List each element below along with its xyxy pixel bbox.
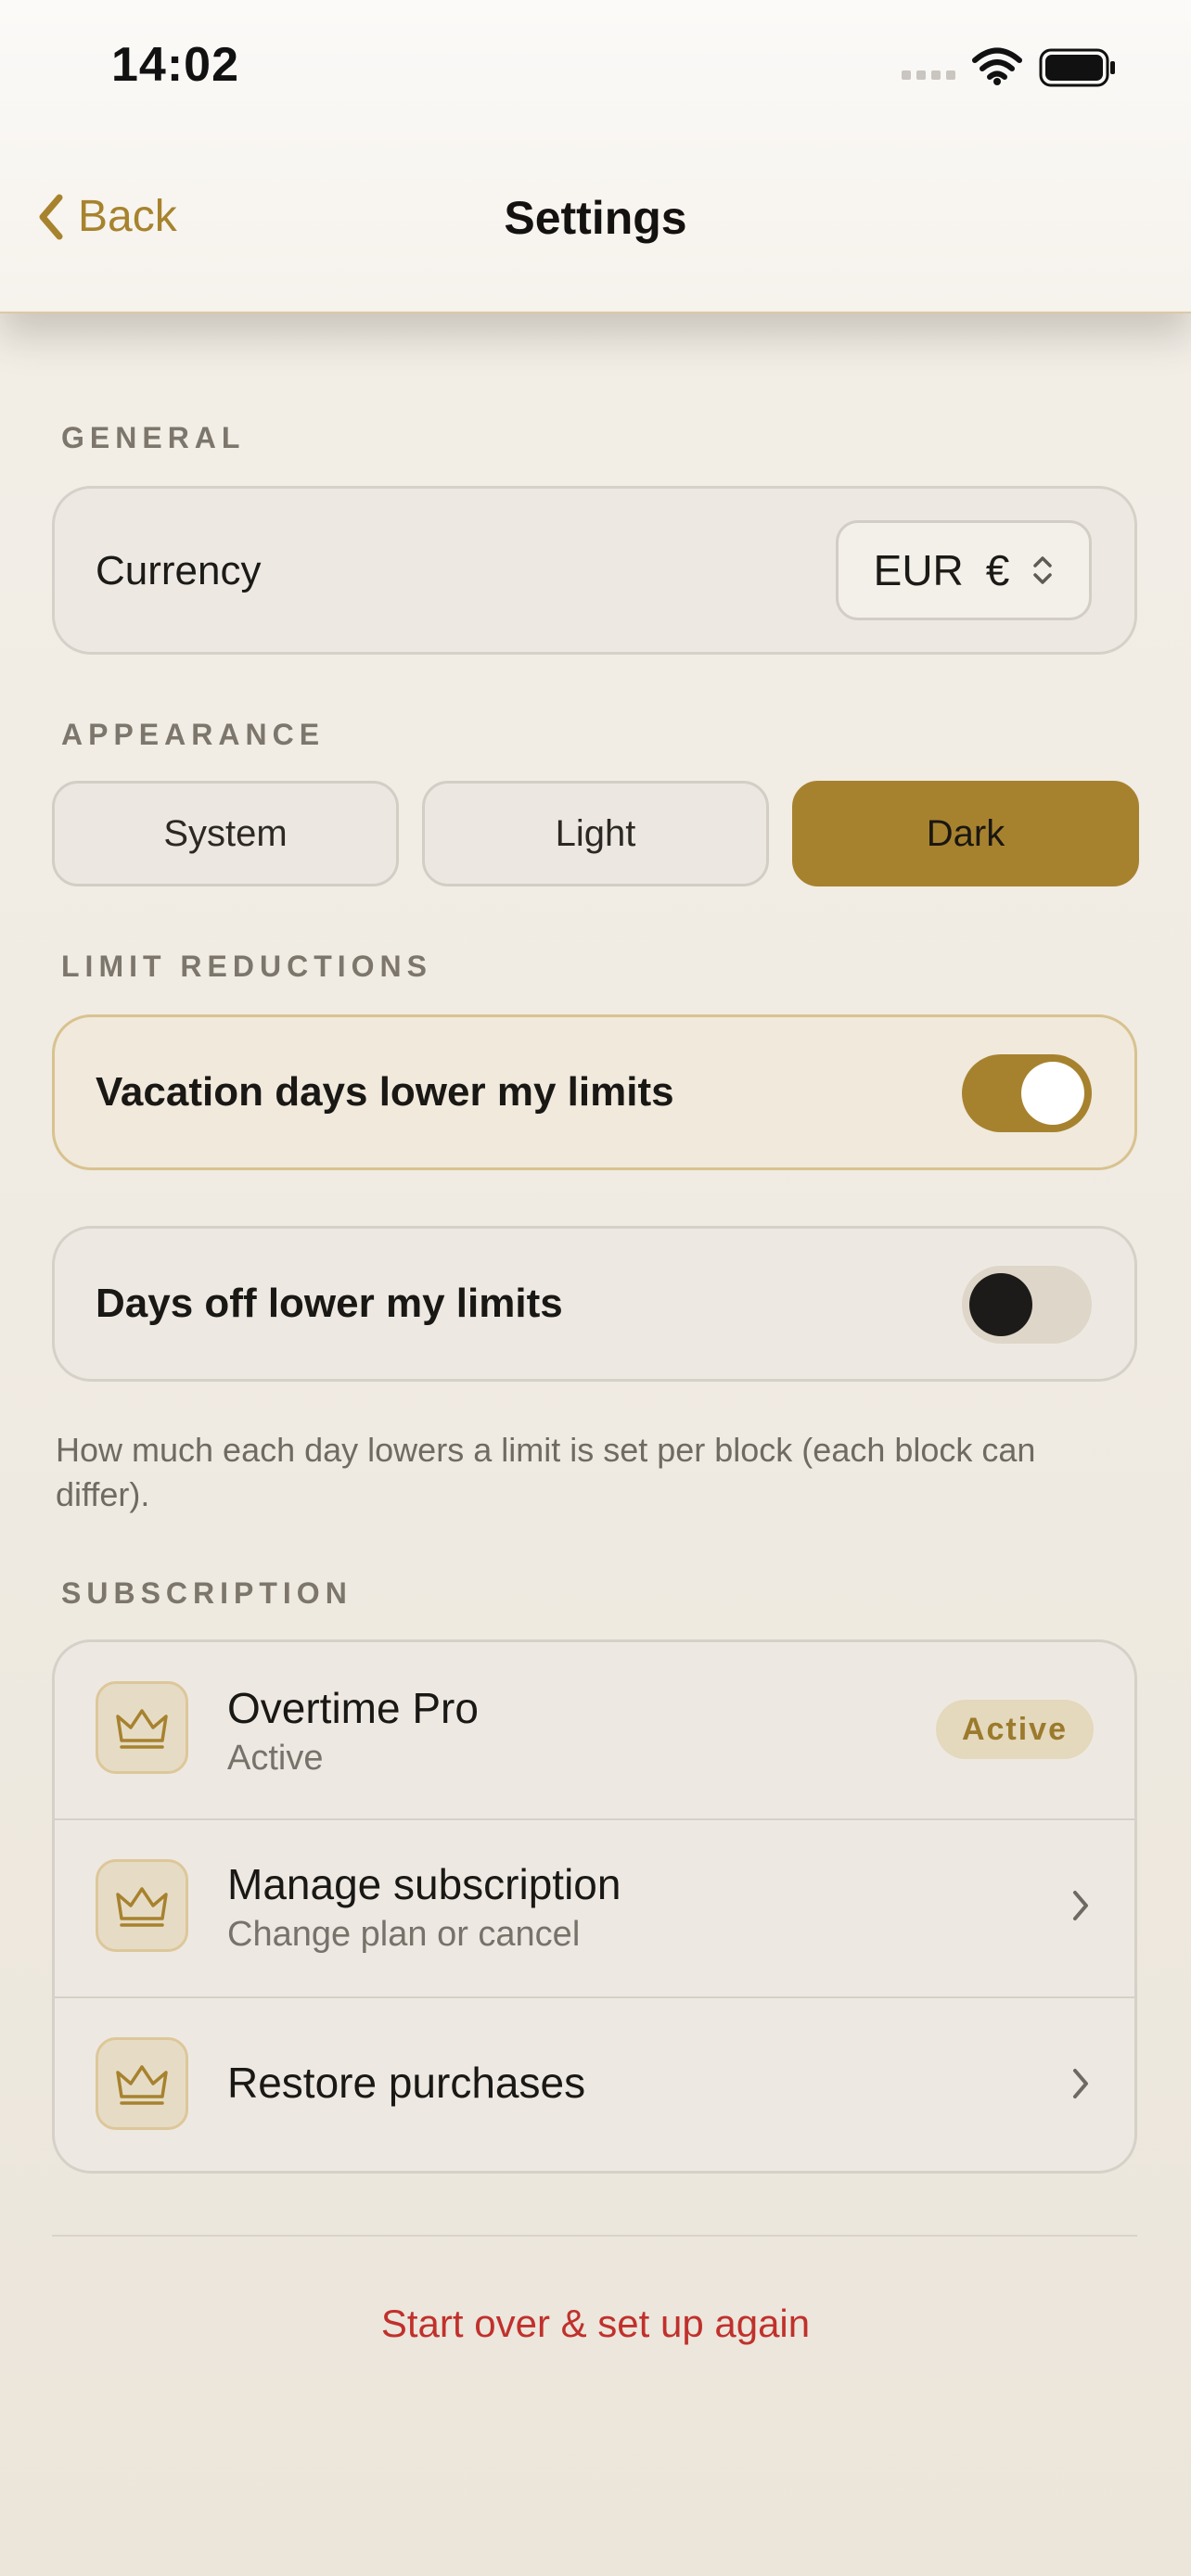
restore-purchases-row[interactable]: Restore purchases <box>55 1998 1134 2174</box>
vacation-toggle-card: Vacation days lower my limits <box>52 1014 1137 1170</box>
status-time: 14:02 <box>111 38 239 92</box>
chevron-right-icon <box>1073 2069 1088 2098</box>
page-title: Settings <box>504 192 687 244</box>
section-general-label: GENERAL <box>61 421 246 454</box>
currency-card: Currency EUR € <box>52 486 1137 655</box>
plan-status: Active <box>227 1739 324 1778</box>
restore-purchases-title: Restore purchases <box>227 2059 586 2107</box>
vacation-toggle-label: Vacation days lower my limits <box>96 1069 674 1115</box>
days-off-toggle-switch[interactable] <box>962 1266 1092 1344</box>
crown-icon <box>96 1681 188 1774</box>
section-limit-reductions-label: LIMIT REDUCTIONS <box>61 950 432 983</box>
divider <box>52 2235 1137 2237</box>
plan-row: Overtime Pro Active Active <box>55 1642 1134 1818</box>
switch-knob <box>969 1273 1032 1336</box>
appearance-dark-button[interactable]: Dark <box>792 781 1139 886</box>
section-appearance-label: APPEARANCE <box>61 718 326 751</box>
start-over-button[interactable]: Start over & set up again <box>0 2302 1191 2346</box>
manage-subscription-subtitle: Change plan or cancel <box>227 1915 581 1954</box>
status-badge: Active <box>935 1700 1094 1759</box>
crown-icon <box>96 1859 188 1952</box>
currency-symbol: € <box>985 546 1010 594</box>
days-off-toggle-card: Days off lower my limits <box>52 1226 1137 1382</box>
chevron-right-icon <box>1073 1891 1088 1920</box>
wifi-icon <box>972 47 1022 85</box>
signal-icon <box>902 70 955 80</box>
switch-knob <box>1021 1062 1084 1125</box>
status-bar: 14:02 <box>0 0 1191 130</box>
manage-subscription-row[interactable]: Manage subscription Change plan or cance… <box>55 1820 1134 1996</box>
navigation-bar: 14:02 Back Settings <box>0 0 1191 313</box>
currency-label: Currency <box>96 548 262 593</box>
vacation-toggle-switch[interactable] <box>962 1054 1092 1132</box>
appearance-light-button[interactable]: Light <box>422 781 769 886</box>
manage-subscription-title: Manage subscription <box>227 1860 621 1908</box>
appearance-system-button[interactable]: System <box>52 781 399 886</box>
section-subscription-label: SUBSCRIPTION <box>61 1576 352 1610</box>
limits-hint-text: How much each day lowers a limit is set … <box>56 1431 1036 1513</box>
days-off-toggle-label: Days off lower my limits <box>96 1281 563 1326</box>
subscription-card: Overtime Pro Active Active Manage subscr… <box>52 1639 1137 2174</box>
plan-title: Overtime Pro <box>227 1684 479 1732</box>
battery-icon <box>1039 48 1115 87</box>
chevron-up-down-icon <box>1033 556 1053 584</box>
crown-icon <box>96 2037 188 2130</box>
currency-code: EUR <box>873 546 964 594</box>
currency-picker[interactable]: EUR € <box>836 520 1092 620</box>
